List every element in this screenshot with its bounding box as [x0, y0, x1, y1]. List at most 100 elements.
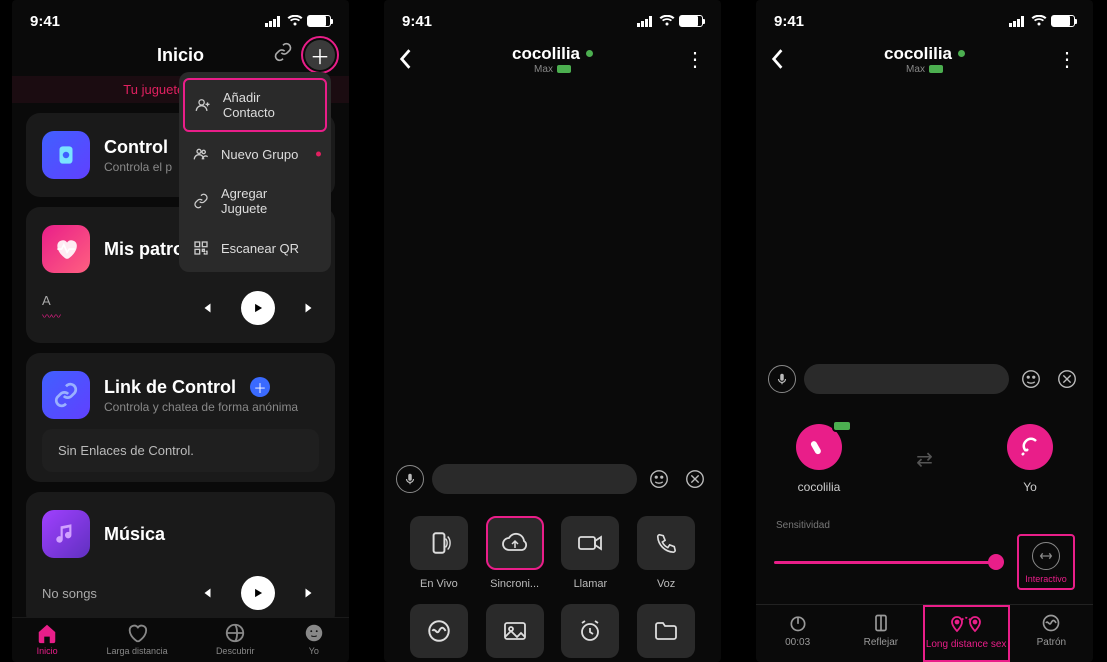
toy-battery-icon — [557, 65, 571, 73]
mirror-label: Reflejar — [864, 637, 898, 648]
power-timer[interactable]: 00:03 — [756, 605, 839, 662]
add-link-button[interactable]: ＋ — [250, 377, 270, 397]
wifi-icon — [287, 15, 303, 27]
location-pair-icon — [949, 615, 983, 635]
slider-thumb[interactable] — [988, 554, 1004, 570]
prev-button[interactable] — [197, 299, 215, 317]
battery-icon — [1051, 15, 1075, 27]
action-voice[interactable]: Voz — [633, 516, 699, 590]
phone-screen-1: 9:41 Inicio ＋ Tu juguete no se en Añadir… — [12, 0, 349, 662]
control-link-card[interactable]: Link de Control ＋ Controla y chatea de f… — [26, 353, 335, 482]
back-button[interactable] — [770, 48, 784, 70]
nav-long-distance[interactable]: Larga distancia — [107, 622, 168, 656]
action-sync[interactable]: Sincroni... — [482, 516, 548, 590]
more-button[interactable]: ⋮ — [685, 47, 705, 72]
mic-button[interactable] — [396, 465, 424, 493]
lds-label: Long distance sex — [926, 639, 1007, 650]
chat-messages[interactable] — [756, 84, 1093, 364]
toy-name: Max — [906, 64, 925, 75]
status-time: 9:41 — [402, 13, 432, 30]
sensitivity-slider[interactable] — [774, 561, 1001, 564]
emoji-button[interactable] — [1017, 365, 1045, 393]
action-album[interactable]: Álbum — [482, 604, 548, 662]
remote-icon — [42, 131, 90, 179]
message-input[interactable] — [432, 464, 637, 494]
heart-icon — [126, 622, 148, 644]
card-title: Música — [104, 524, 165, 545]
nav-label: Yo — [309, 646, 319, 656]
music-icon — [42, 510, 90, 558]
nav-me[interactable]: Yo — [303, 622, 325, 656]
interactive-button[interactable]: Interactivo — [1017, 534, 1075, 590]
wifi-icon — [659, 15, 675, 27]
next-button[interactable] — [301, 299, 319, 317]
music-card[interactable]: Música No songs — [26, 492, 335, 628]
nav-home[interactable]: Inicio — [36, 622, 58, 656]
pattern-button[interactable]: Patrón — [1010, 605, 1093, 662]
back-button[interactable] — [398, 48, 412, 70]
chat-messages[interactable] — [384, 84, 721, 464]
long-distance-sex-button[interactable]: Long distance sex — [923, 605, 1010, 662]
power-icon — [788, 613, 808, 633]
wifi-icon — [1031, 15, 1047, 27]
menu-item-label: Escanear QR — [221, 241, 299, 256]
sensitivity-row: Sensitividad Interactivo — [756, 534, 1093, 590]
menu-new-group[interactable]: Nuevo Grupo — [179, 134, 331, 174]
interactive-label: Interactivo — [1025, 574, 1067, 584]
action-call[interactable]: Llamar — [558, 516, 624, 590]
action-files[interactable]: Archivos — [633, 604, 699, 662]
image-icon — [486, 604, 544, 658]
menu-scan-qr[interactable]: Escanear QR — [179, 228, 331, 268]
nav-label: Descubrir — [216, 646, 255, 656]
heart-pulse-icon — [42, 225, 90, 273]
close-button[interactable] — [681, 465, 709, 493]
card-subtitle: Controla y chatea de forma anónima — [104, 400, 298, 414]
battery-icon — [307, 15, 331, 27]
sync-user-partner: cocolilia — [796, 424, 842, 494]
more-button[interactable]: ⋮ — [1057, 47, 1077, 72]
signal-icon — [1009, 16, 1027, 27]
next-button[interactable] — [301, 584, 319, 602]
action-alarm[interactable]: Alarma — [558, 604, 624, 662]
mirror-button[interactable]: Reflejar — [839, 605, 922, 662]
action-patterns[interactable]: Patrones — [406, 604, 472, 662]
nav-discover[interactable]: Descubrir — [216, 622, 255, 656]
action-live[interactable]: En Vivo — [406, 516, 472, 590]
close-button[interactable] — [1053, 365, 1081, 393]
emoji-button[interactable] — [645, 465, 673, 493]
status-icons — [1009, 15, 1075, 27]
card-title: Control — [104, 137, 172, 158]
timer-label: 00:03 — [785, 637, 810, 648]
menu-add-contact[interactable]: Añadir Contacto — [183, 78, 327, 132]
action-label: Llamar — [574, 578, 608, 590]
play-button[interactable] — [241, 576, 275, 610]
person-add-icon — [195, 97, 211, 113]
swap-icon[interactable]: ⇄ — [916, 447, 933, 472]
partner-toy-avatar[interactable] — [796, 424, 842, 470]
wave-icon — [410, 604, 468, 658]
chat-input-bar — [756, 364, 1093, 394]
chain-icon — [42, 371, 90, 419]
toy-name: Max — [534, 64, 553, 75]
chat-contact-name: cocolilia — [884, 44, 952, 64]
link-icon[interactable] — [273, 42, 293, 62]
play-button[interactable] — [241, 291, 275, 325]
chat-input-bar — [384, 464, 721, 494]
phone-screen-3: 9:41 cocolilia Max ⋮ — [756, 0, 1093, 662]
cloud-sync-icon — [486, 516, 544, 570]
message-input[interactable] — [804, 364, 1009, 394]
mic-button[interactable] — [768, 365, 796, 393]
my-toy-avatar[interactable] — [1007, 424, 1053, 470]
waveform-icon: 〰〰 — [42, 308, 60, 323]
menu-item-label: Añadir Contacto — [223, 90, 315, 120]
nav-label: Inicio — [37, 646, 58, 656]
action-label: Voz — [657, 578, 675, 590]
prev-button[interactable] — [197, 584, 215, 602]
page-title: Inicio — [157, 45, 204, 66]
bottom-nav: Inicio Larga distancia Descubrir Yo — [12, 617, 349, 662]
swap-circle-icon — [1032, 542, 1060, 570]
menu-add-toy[interactable]: Agregar Juguete — [179, 174, 331, 228]
online-indicator — [958, 50, 965, 57]
qr-icon — [193, 240, 209, 256]
phone-screen-2: 9:41 cocolilia Max ⋮ — [384, 0, 721, 662]
